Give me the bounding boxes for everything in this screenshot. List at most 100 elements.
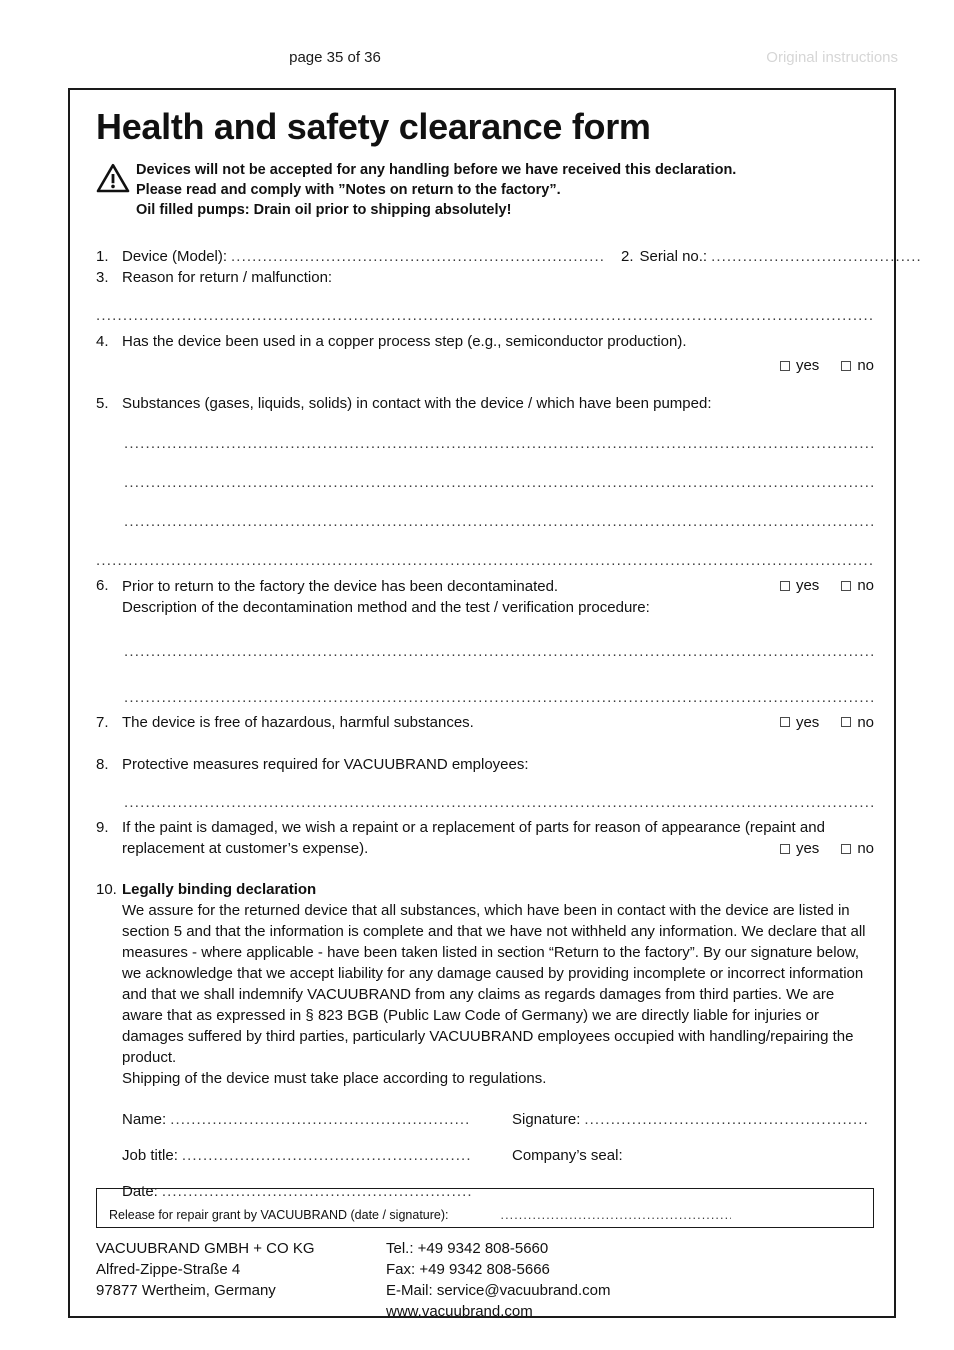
company-tel: Tel.: +49 9342 808-5660: [386, 1240, 549, 1257]
protective-measures-label: Protective measures required for VACUUBR…: [122, 756, 529, 773]
company-email[interactable]: E-Mail: service@vacuubrand.com: [386, 1280, 874, 1301]
item-6-no-option[interactable]: no: [841, 575, 874, 596]
form-item-7: 7. The device is free of hazardous, harm…: [96, 712, 874, 734]
item-9-number: 9.: [96, 819, 109, 836]
substances-input-line-4[interactable]: ........................................…: [96, 555, 874, 573]
company-name: VACUUBRAND GMBH + CO KG: [96, 1240, 315, 1257]
item-9-no-option[interactable]: no: [841, 838, 874, 859]
item-5-number: 5.: [96, 395, 109, 412]
signature-fields: Name: ..................................…: [122, 1111, 874, 1200]
footer-address: VACUUBRAND GMBH + CO KG Alfred-Zippe-Str…: [96, 1238, 874, 1322]
item-7-no-checkbox[interactable]: [841, 717, 852, 727]
item-4-number: 4.: [96, 333, 109, 350]
item-7-no-label: no: [857, 713, 874, 731]
item-4-yes-option[interactable]: yes: [779, 355, 820, 376]
form-item-5: 5. Substances (gases, liquids, solids) i…: [96, 393, 874, 414]
signature-row-name: Name: ..................................…: [122, 1111, 874, 1128]
form-item-3: 3. Reason for return / malfunction:: [96, 267, 874, 288]
declaration-paragraph-1: We assure for the returned device that a…: [122, 902, 866, 1066]
item-6-yes-option[interactable]: yes: [779, 575, 820, 596]
company-city: 97877 Wertheim, Germany: [96, 1282, 276, 1299]
item-9-yes-option[interactable]: yes: [779, 838, 819, 859]
decontaminated-label: Prior to return to the factory the devic…: [122, 577, 559, 595]
company-street: Alfred-Zippe-Straße 4: [96, 1261, 241, 1278]
item-9-no-label: no: [857, 840, 874, 857]
substances-input-line-2[interactable]: ........................................…: [124, 477, 874, 495]
substances-label: Substances (gases, liquids, solids) in c…: [122, 395, 712, 412]
form-item-4: 4. Has the device been used in a copper …: [96, 331, 874, 376]
page-title: Health and safety clearance form: [96, 106, 651, 147]
decontamination-input-line-1[interactable]: ........................................…: [124, 646, 874, 664]
device-model-label: Device (Model):: [122, 248, 228, 265]
serial-no-label: Serial no.:: [639, 248, 708, 265]
warning-notice: Devices will not be accepted for any han…: [96, 160, 874, 220]
item-1-number: 1.: [96, 248, 109, 265]
release-input-line[interactable]: ........................................…: [501, 1208, 731, 1222]
job-title-label: Job title:: [122, 1147, 178, 1164]
reason-for-return-label: Reason for return / malfunction:: [122, 269, 333, 286]
signature-label: Signature:: [512, 1111, 581, 1128]
item-7-yes-option[interactable]: yes: [779, 712, 820, 733]
company-website[interactable]: www.vacuubrand.com: [386, 1301, 874, 1322]
item-4-no-label: no: [857, 357, 874, 374]
item-6-no-checkbox[interactable]: [841, 580, 852, 591]
company-contact-column: Tel.: +49 9342 808-5660 Fax: +49 9342 80…: [386, 1238, 874, 1322]
form-item-6: 6. Prior to return to the factory the de…: [96, 575, 874, 618]
item-4-no-option[interactable]: no: [841, 355, 874, 376]
protective-measures-input-line[interactable]: ........................................…: [124, 797, 874, 815]
warning-line-1: Devices will not be accepted for any han…: [136, 162, 737, 178]
release-for-repair-box: Release for repair grant by VACUUBRAND (…: [96, 1188, 874, 1228]
reason-for-return-input-line[interactable]: ........................................…: [96, 310, 874, 328]
free-of-hazardous-label: The device is free of hazardous, harmful…: [122, 714, 474, 731]
item-4-no-checkbox[interactable]: [841, 360, 852, 371]
warning-line-3: Oil filled pumps: Drain oil prior to shi…: [136, 202, 512, 218]
page-running-header: page 35 of 36 Original instructions: [68, 47, 898, 69]
company-seal-label: Company’s seal:: [512, 1147, 623, 1164]
signature-row-jobtitle: Job title: .............................…: [122, 1147, 874, 1164]
item-6-no-label: no: [857, 577, 874, 594]
paint-damage-label: If the paint is damaged, we wish a repai…: [122, 819, 825, 857]
item-3-number: 3.: [96, 269, 109, 286]
form-item-8: 8. Protective measures required for VACU…: [96, 754, 874, 775]
declaration-paragraph-2: Shipping of the device must take place a…: [122, 1070, 547, 1087]
device-model-input-line[interactable]: ........................................…: [231, 246, 603, 267]
copper-process-label: Has the device been used in a copper pro…: [122, 333, 687, 350]
warning-text: Devices will not be accepted for any han…: [136, 160, 736, 220]
form-item-9: 9. If the paint is damaged, we wish a re…: [96, 817, 874, 859]
item-7-yes-label: yes: [795, 713, 820, 731]
company-address-column: VACUUBRAND GMBH + CO KG Alfred-Zippe-Str…: [96, 1238, 386, 1322]
item-4-yes-label: yes: [795, 357, 820, 374]
item-8-number: 8.: [96, 756, 109, 773]
item-7-yes-checkbox[interactable]: [779, 717, 790, 727]
substances-input-line-3[interactable]: ........................................…: [124, 516, 874, 534]
job-title-input-line[interactable]: ........................................…: [182, 1147, 470, 1164]
item-10-number: 10.: [96, 881, 117, 898]
health-safety-form-frame: Health and safety clearance form Devices…: [68, 88, 921, 1320]
item-2-number: 2.: [621, 248, 634, 265]
item-7-yesno-group: yes no: [779, 712, 874, 733]
item-9-no-checkbox[interactable]: [841, 843, 852, 854]
warning-triangle-icon: [96, 160, 136, 194]
item-9-yesno-group: yes no: [779, 838, 874, 859]
substances-input-line-1[interactable]: ........................................…: [124, 438, 874, 456]
serial-no-input-line[interactable]: ........................................…: [711, 246, 921, 267]
original-instructions-label: Original instructions: [766, 49, 898, 66]
item-6-yes-label: yes: [795, 577, 820, 594]
form-content: Health and safety clearance form Devices…: [96, 106, 921, 1219]
item-7-no-option[interactable]: no: [841, 712, 874, 733]
item-6-yes-checkbox[interactable]: [779, 580, 790, 591]
name-input-line[interactable]: ........................................…: [170, 1111, 470, 1128]
page-number: page 35 of 36: [289, 49, 381, 66]
item-6-number: 6.: [96, 577, 109, 594]
release-label: Release for repair grant by VACUUBRAND (…: [109, 1208, 449, 1222]
decontamination-method-label: Description of the decontamination metho…: [122, 598, 650, 616]
item-4-yes-checkbox[interactable]: [779, 360, 790, 371]
item-9-yes-checkbox[interactable]: [779, 843, 790, 854]
decontamination-input-line-2[interactable]: ........................................…: [124, 692, 874, 710]
signature-input-line[interactable]: ........................................…: [584, 1111, 870, 1128]
item-4-yesno-group: yes no: [779, 355, 874, 376]
form-item-10: 10. Legally binding declaration: [96, 879, 874, 900]
declaration-body: We assure for the returned device that a…: [122, 900, 874, 1200]
legally-binding-declaration-heading: Legally binding declaration: [122, 881, 317, 898]
name-label: Name:: [122, 1111, 167, 1128]
